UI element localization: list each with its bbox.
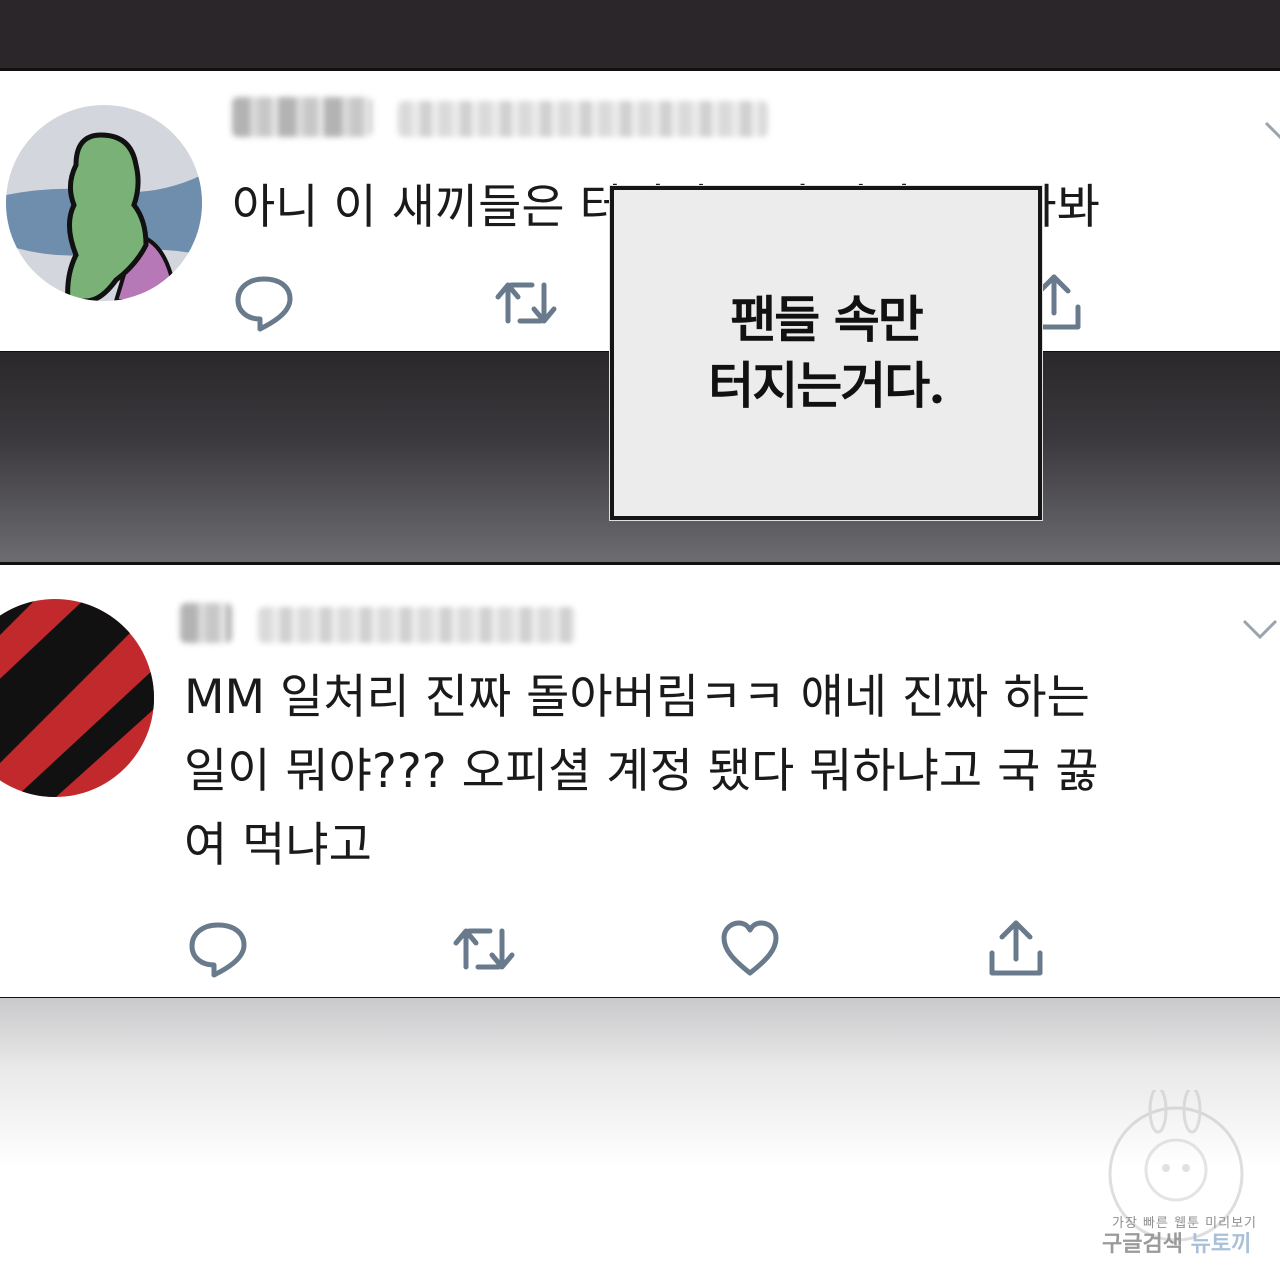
bottom-light-band	[0, 998, 1280, 1280]
narration-caption-box: 팬들 속만 터지는거다.	[610, 186, 1042, 520]
username-blurred	[232, 97, 372, 137]
username-blurred	[180, 603, 232, 643]
reply-icon[interactable]	[186, 917, 250, 981]
caption-line-1: 팬들 속만	[730, 290, 923, 349]
top-dark-band	[0, 0, 1280, 68]
retweet-icon[interactable]	[452, 917, 516, 981]
chevron-down-icon[interactable]	[1262, 119, 1280, 143]
like-icon[interactable]	[718, 917, 782, 981]
caption-line-2: 터지는거다.	[708, 356, 945, 415]
handle-blurred	[258, 607, 576, 643]
avatar[interactable]	[6, 105, 202, 301]
retweet-icon[interactable]	[494, 271, 558, 335]
handle-blurred	[398, 101, 768, 137]
avatar[interactable]	[0, 599, 154, 797]
chevron-down-icon[interactable]	[1240, 617, 1280, 641]
reply-icon[interactable]	[232, 271, 296, 335]
share-icon[interactable]	[984, 917, 1048, 981]
watermark-text-2: 구글검색 뉴토끼	[1102, 1232, 1252, 1257]
tweet-text: MM 일처리 진짜 돌아버림ㅋㅋ 얘네 진짜 하는 일이 뭐야??? 오피셜 계…	[184, 670, 1099, 873]
tweet-card-2: MM 일처리 진짜 돌아버림ㅋㅋ 얘네 진짜 하는 일이 뭐야??? 오피셜 계…	[0, 562, 1280, 1000]
